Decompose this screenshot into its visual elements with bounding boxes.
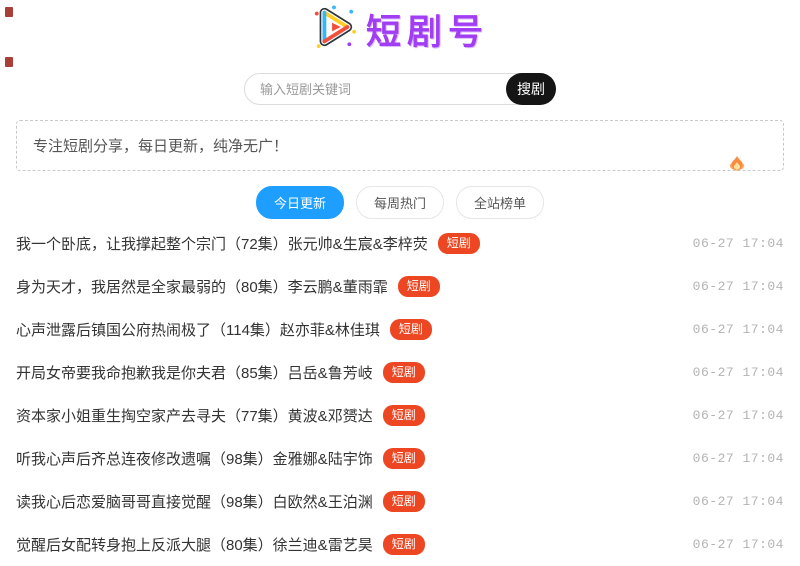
short-drama-badge: 短剧 [382,491,425,512]
drama-title[interactable]: 开局女帝要我命抱歉我是你夫君（85集）吕岳&鲁芳岐 [16,362,373,383]
drama-list: 我一个卧底，让我撑起整个宗门（72集）张元帅&生宸&李梓荧 短剧 06-27 1… [16,222,784,566]
list-item[interactable]: 觉醒后女配转身抱上反派大腿（80集）徐兰迪&雷艺昊 短剧 06-27 17:04 [16,523,784,566]
list-item[interactable]: 资本家小姐重生掏空家产去寻夫（77集）黄波&邓赟达 短剧 06-27 17:04 [16,394,784,437]
drama-title[interactable]: 觉醒后女配转身抱上反派大腿（80集）徐兰迪&雷艺昊 [16,534,373,555]
list-item[interactable]: 读我心后恋爱脑哥哥直接觉醒（98集）白欧然&王泊渊 短剧 06-27 17:04 [16,480,784,523]
logo-play-icon [311,4,357,55]
list-item[interactable]: 身为天才，我居然是全家最弱的（80集）李云鹏&董雨霏 短剧 06-27 17:0… [16,265,784,308]
flame-icon [727,156,747,175]
tab-bar: 今日更新 每周热门 全站榜单 [0,186,800,219]
short-drama-badge: 短剧 [389,319,432,340]
list-item[interactable]: 我一个卧底，让我撑起整个宗门（72集）张元帅&生宸&李梓荧 短剧 06-27 1… [16,222,784,265]
drama-title[interactable]: 心声泄露后镇国公府热闹极了（114集）赵亦菲&林佳琪 [16,319,380,340]
list-item[interactable]: 听我心声后齐总连夜修改遗嘱（98集）金雅娜&陆宇饰 短剧 06-27 17:04 [16,437,784,480]
short-drama-badge: 短剧 [382,362,425,383]
update-time: 06-27 17:04 [692,451,784,466]
short-drama-badge: 短剧 [382,534,425,555]
update-time: 06-27 17:04 [692,279,784,294]
search-button[interactable]: 搜剧 [506,73,556,105]
drama-title[interactable]: 资本家小姐重生掏空家产去寻夫（77集）黄波&邓赟达 [16,405,373,426]
notice-banner: 专注短剧分享，每日更新，纯净无广！ [16,120,784,171]
update-time: 06-27 17:04 [692,365,784,380]
tab-today-update[interactable]: 今日更新 [255,186,344,219]
update-time: 06-27 17:04 [692,322,784,337]
short-drama-badge: 短剧 [397,276,440,297]
notice-text: 专注短剧分享，每日更新，纯净无广！ [33,138,289,155]
tab-site-ranking[interactable]: 全站榜单 [456,186,545,219]
update-time: 06-27 17:04 [692,408,784,423]
logo-text[interactable]: 短剧号 [366,4,489,55]
drama-title[interactable]: 身为天才，我居然是全家最弱的（80集）李云鹏&董雨霏 [16,276,388,297]
update-time: 06-27 17:04 [692,236,784,251]
tab-weekly-hot[interactable]: 每周热门 [355,186,444,219]
short-drama-badge: 短剧 [382,448,425,469]
broken-image-icon [5,57,13,67]
short-drama-badge: 短剧 [382,405,425,426]
list-item[interactable]: 心声泄露后镇国公府热闹极了（114集）赵亦菲&林佳琪 短剧 06-27 17:0… [16,308,784,351]
broken-image-icon [5,7,13,17]
drama-title[interactable]: 读我心后恋爱脑哥哥直接觉醒（98集）白欧然&王泊渊 [16,491,373,512]
search-bar: 搜剧 [0,73,800,105]
drama-title[interactable]: 我一个卧底，让我撑起整个宗门（72集）张元帅&生宸&李梓荧 [16,233,428,254]
list-item[interactable]: 开局女帝要我命抱歉我是你夫君（85集）吕岳&鲁芳岐 短剧 06-27 17:04 [16,351,784,394]
update-time: 06-27 17:04 [692,494,784,509]
update-time: 06-27 17:04 [692,537,784,552]
short-drama-badge: 短剧 [437,233,480,254]
drama-title[interactable]: 听我心声后齐总连夜修改遗嘱（98集）金雅娜&陆宇饰 [16,448,373,469]
site-header: 短剧号 [0,0,800,52]
